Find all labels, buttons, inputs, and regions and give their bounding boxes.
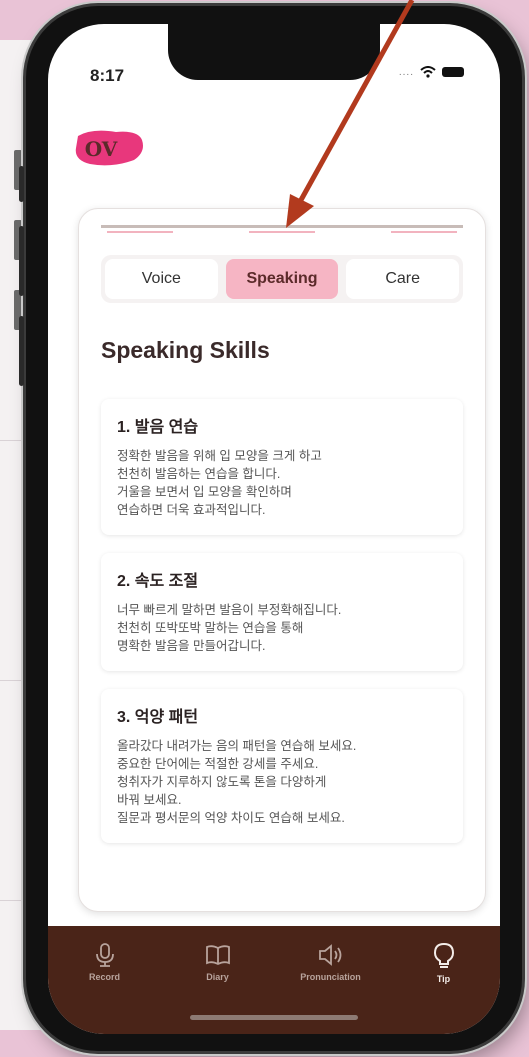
bottom-tab-bar: Record Diary Pronunciation Tip xyxy=(48,926,500,1034)
progress-segment xyxy=(249,231,315,233)
progress-track xyxy=(101,225,463,228)
item-title: 2. 속도 조절 xyxy=(117,573,199,590)
status-icons: .... xyxy=(399,66,464,78)
tabbar-label: Diary xyxy=(206,972,229,982)
notch xyxy=(168,24,380,80)
list-item: 3. 억양 패턴 올라갔다 내려가는 음의 패턴을 연습해 보세요. 중요한 단… xyxy=(101,689,463,843)
list-item: 2. 속도 조절 너무 빠르게 말하면 발음이 부정확해집니다. 천천히 또박또… xyxy=(101,553,463,671)
tabbar-label: Record xyxy=(88,972,120,982)
lightbulb-icon xyxy=(433,942,454,968)
item-title: 3. 억양 패턴 xyxy=(117,709,199,726)
status-time: 8:17 xyxy=(90,66,125,85)
item-body: 정확한 발음을 위해 입 모양을 크게 하고 천천히 발음하는 연습을 합니다.… xyxy=(117,449,322,517)
side-button xyxy=(19,226,24,296)
mic-icon xyxy=(95,943,114,967)
tabbar-label: Tip xyxy=(436,974,451,984)
home-indicator xyxy=(190,1015,358,1020)
item-body: 너무 빠르게 말하면 발음이 부정확해집니다. 천천히 또박또박 말하는 연습을… xyxy=(117,603,342,653)
tabbar-record[interactable]: Record xyxy=(55,942,155,984)
tabbar-diary[interactable]: Diary xyxy=(168,942,268,984)
progress-segment xyxy=(391,231,457,233)
tabbar-pronunciation[interactable]: Pronunciation xyxy=(281,942,381,984)
wifi-icon xyxy=(420,66,436,78)
battery-icon xyxy=(442,67,464,77)
side-button xyxy=(19,166,24,202)
progress-segment xyxy=(107,231,173,233)
logo-text: OV xyxy=(84,137,118,161)
section-title: Speaking Skills xyxy=(101,337,270,363)
tab-voice[interactable]: Voice xyxy=(105,259,218,299)
tabbar-label: Pronunciation xyxy=(300,972,361,982)
item-body: 올라갔다 내려가는 음의 패턴을 연습해 보세요. 중요한 단어에는 적절한 강… xyxy=(117,739,357,825)
item-title: 1. 발음 연습 xyxy=(117,419,199,436)
side-button xyxy=(19,316,24,386)
book-icon xyxy=(205,945,230,966)
speaker-icon xyxy=(318,944,341,966)
content-card: Voice Speaking Care Speaking Skills 1. 발… xyxy=(78,208,486,912)
phone-frame: 8:17 .... OV Voice Speaking Care Speakin… xyxy=(19,6,522,1051)
list-item: 1. 발음 연습 정확한 발음을 위해 입 모양을 크게 하고 천천히 발음하는… xyxy=(101,399,463,535)
status-dots: .... xyxy=(398,66,414,78)
tabbar-tip[interactable]: Tip xyxy=(394,942,494,984)
tab-speaking[interactable]: Speaking xyxy=(225,259,339,299)
segment-tabs: Voice Speaking Care xyxy=(101,255,463,303)
tab-care[interactable]: Care xyxy=(346,259,460,299)
phone-screen: 8:17 .... OV Voice Speaking Care Speakin… xyxy=(48,24,500,1034)
